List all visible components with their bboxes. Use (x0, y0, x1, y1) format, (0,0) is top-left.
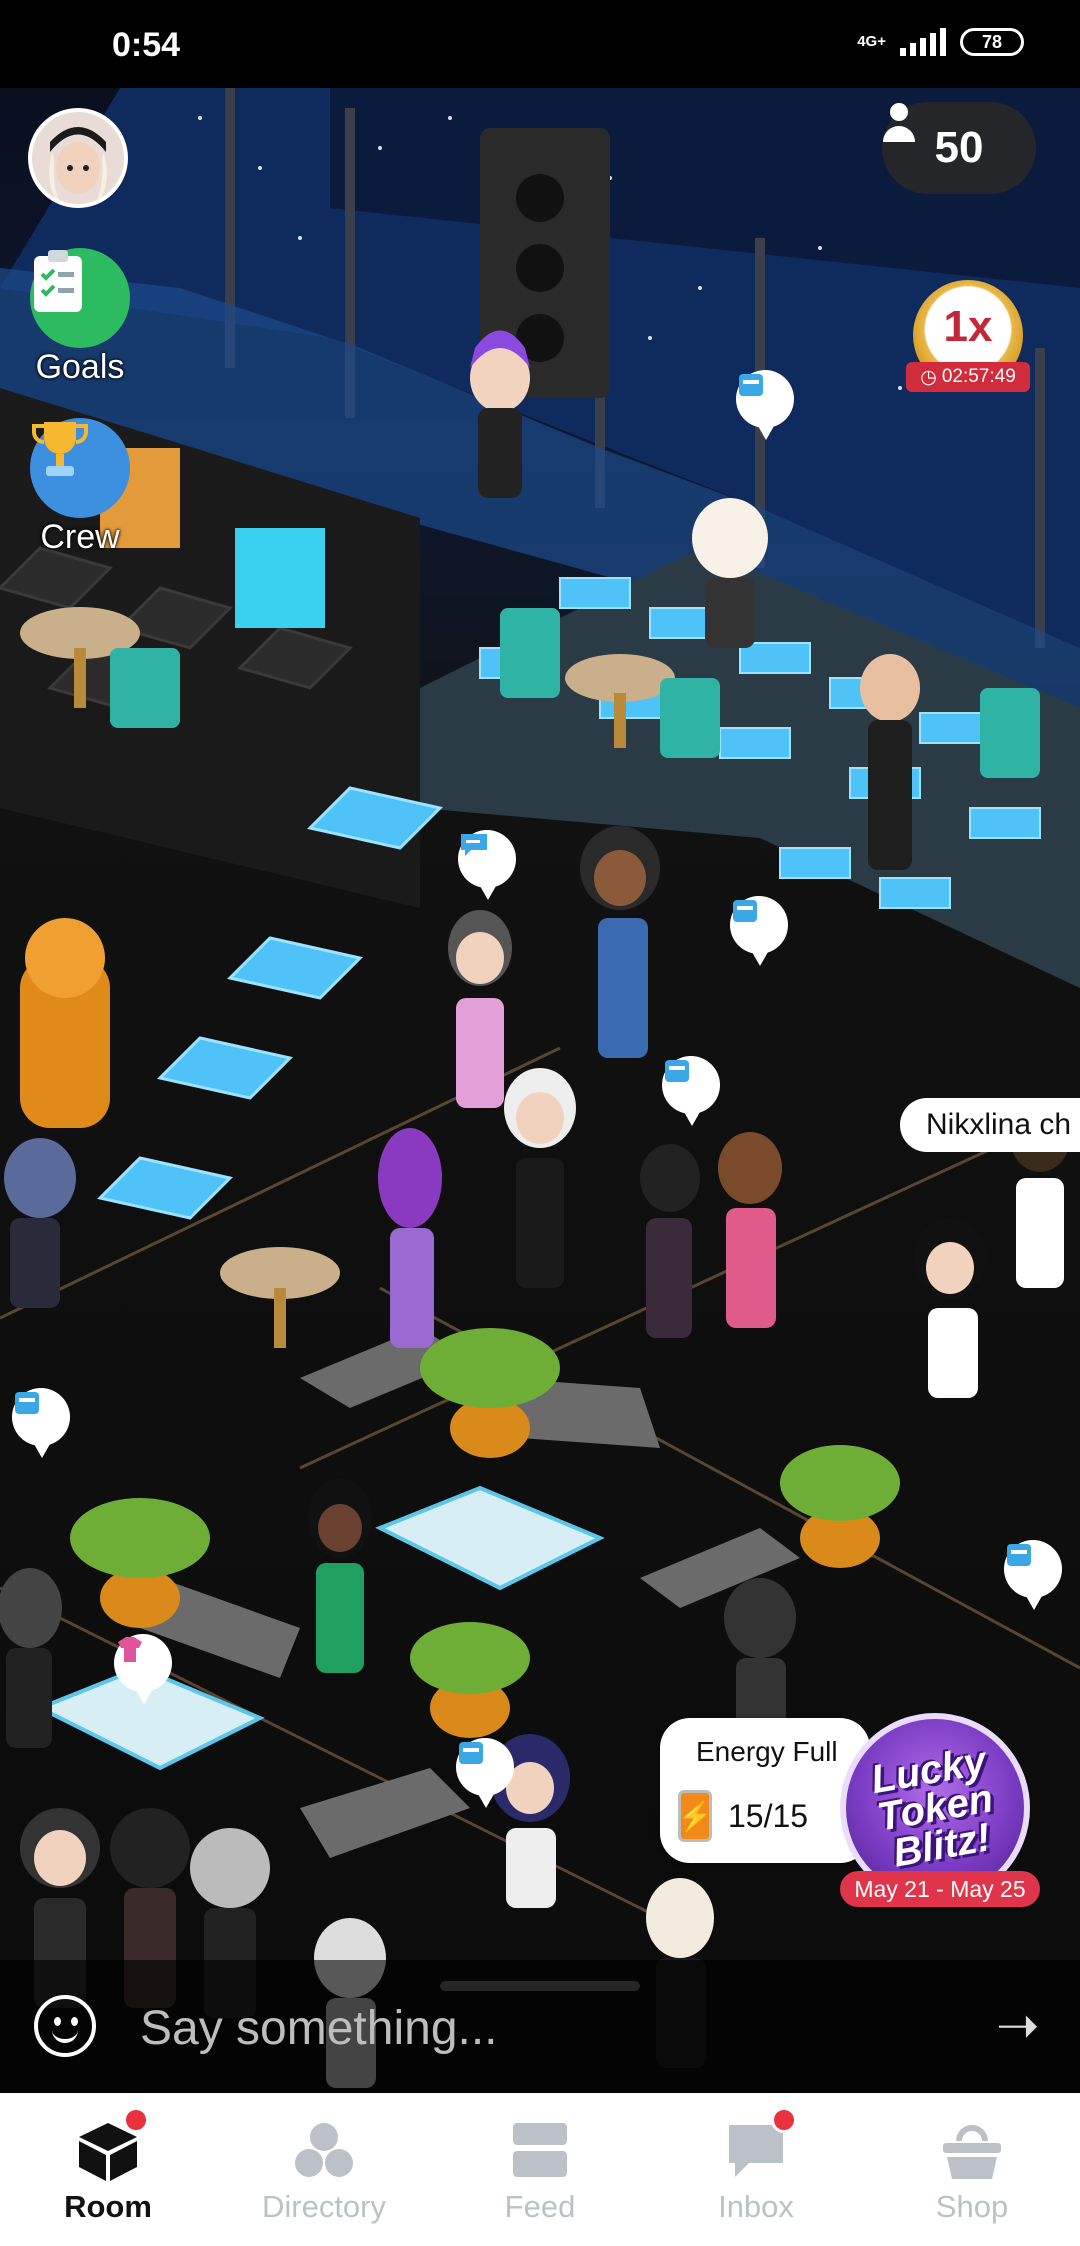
tab-feed[interactable]: Feed (432, 2093, 648, 2246)
crew-label: Crew (40, 518, 120, 556)
tab-feed-label: Feed (504, 2189, 576, 2224)
tab-directory[interactable]: Directory (216, 2093, 432, 2246)
status-bubble-icon[interactable] (730, 896, 788, 966)
status-bubble-icon[interactable] (662, 1056, 720, 1126)
goals-label: Goals (35, 348, 125, 386)
tab-directory-label: Directory (261, 2189, 386, 2224)
signal-icon (900, 28, 946, 56)
battery-icon: 78 (960, 28, 1024, 56)
shirt-bubble-icon[interactable] (114, 1634, 172, 1704)
token-multiplier-badge[interactable]: 1x ◷ 02:57:49 (906, 280, 1030, 400)
trophy-icon (30, 418, 130, 518)
send-arrow-icon[interactable]: ➝ (996, 2000, 1052, 2056)
status-bubble-icon[interactable] (456, 1738, 514, 1808)
energy-value: 15/15 (728, 1798, 809, 1834)
smiley-icon[interactable] (34, 1995, 96, 2057)
person-icon (883, 103, 915, 142)
room-user-count-button[interactable]: 50 (882, 102, 1036, 194)
inbox-notification-dot (771, 2107, 797, 2133)
chat-bubble-icon (721, 2107, 797, 2183)
avatar-name-tag[interactable]: Nikxlina ch (900, 1098, 1080, 1152)
cube-icon (73, 2107, 149, 2183)
tab-room-label: Room (64, 2189, 152, 2224)
tab-inbox[interactable]: Inbox (648, 2093, 864, 2246)
status-bubble-icon[interactable] (1004, 1540, 1062, 1610)
energy-title: Energy Full (696, 1736, 838, 1767)
network-type: 4G+ (857, 33, 886, 50)
chat-bubble-status-icon[interactable] (458, 830, 516, 900)
multiplier-timer: ◷ 02:57:49 (906, 362, 1030, 392)
energy-bolt-icon: ⚡ (678, 1790, 712, 1842)
status-bubble-icon[interactable] (736, 370, 794, 440)
chat-bar: ➝ (0, 1960, 1080, 2093)
event-dates: May 21 - May 25 (840, 1871, 1040, 1907)
tab-shop-label: Shop (935, 2189, 1009, 2224)
clock-icon: ◷ (920, 366, 937, 388)
shopping-basket-icon (937, 2119, 1007, 2183)
user-count-value: 50 (934, 123, 984, 172)
battery-level: 78 (981, 31, 1003, 52)
tab-room[interactable]: Room (0, 2093, 216, 2246)
room-scene[interactable]: Goals Crew 50 1x ◷ 02:57:49 Nikxlina ch … (0, 88, 1080, 2093)
room-notification-dot (123, 2107, 149, 2133)
bottom-navigation: Room Directory Feed Inbox Shop (0, 2093, 1080, 2246)
status-indicators: 4G+ 78 (857, 28, 1024, 56)
hexagons-icon (289, 2119, 359, 2183)
crew-button[interactable]: Crew (30, 418, 130, 557)
tab-inbox-label: Inbox (718, 2189, 794, 2224)
status-bubble-icon[interactable] (12, 1388, 70, 1458)
feed-cards-icon (505, 2119, 575, 2183)
avatar-portrait-icon (32, 112, 124, 204)
lucky-token-blitz-event-button[interactable]: Lucky Token Blitz! May 21 - May 25 (830, 1713, 1040, 1923)
multiplier-value: 1x (943, 302, 993, 351)
tab-shop[interactable]: Shop (864, 2093, 1080, 2246)
status-time: 0:54 (112, 26, 181, 64)
clipboard-checklist-icon (30, 248, 130, 348)
my-avatar-button[interactable] (28, 108, 128, 208)
goals-button[interactable]: Goals (30, 248, 130, 387)
chat-input[interactable] (138, 1996, 902, 2060)
status-bar: 0:54 4G+ 78 (0, 0, 1080, 88)
multiplier-timer-text: 02:57:49 (941, 366, 1016, 387)
